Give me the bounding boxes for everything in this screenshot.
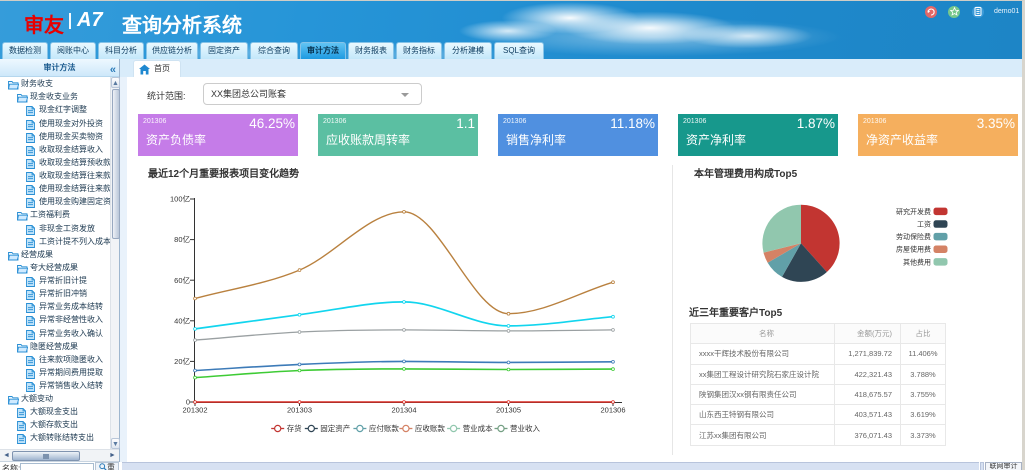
svg-text:201303: 201303 [287, 405, 312, 414]
svg-text:应收账款: 应收账款 [415, 423, 445, 433]
svg-text:工资: 工资 [917, 220, 931, 229]
svg-text:营业收入: 营业收入 [510, 423, 540, 433]
svg-text:研究开发费: 研究开发费 [896, 207, 931, 216]
svg-text:应付账款: 应付账款 [369, 423, 399, 433]
svg-text:其他费用: 其他费用 [903, 257, 931, 266]
svg-text:201304: 201304 [391, 405, 416, 414]
svg-text:房屋使用费: 房屋使用费 [896, 245, 931, 254]
svg-text:60亿: 60亿 [174, 275, 190, 285]
svg-text:80亿: 80亿 [174, 234, 190, 244]
svg-text:201306: 201306 [600, 405, 625, 414]
svg-text:存货: 存货 [287, 423, 302, 433]
svg-text:40亿: 40亿 [174, 315, 190, 325]
svg-text:固定资产: 固定资产 [320, 423, 350, 433]
svg-text:20亿: 20亿 [174, 356, 190, 366]
svg-text:100亿: 100亿 [170, 194, 191, 204]
svg-text:劳动保险费: 劳动保险费 [896, 232, 931, 241]
svg-text:201305: 201305 [496, 405, 521, 414]
svg-text:201302: 201302 [182, 405, 207, 414]
svg-text:营业成本: 营业成本 [463, 423, 493, 433]
